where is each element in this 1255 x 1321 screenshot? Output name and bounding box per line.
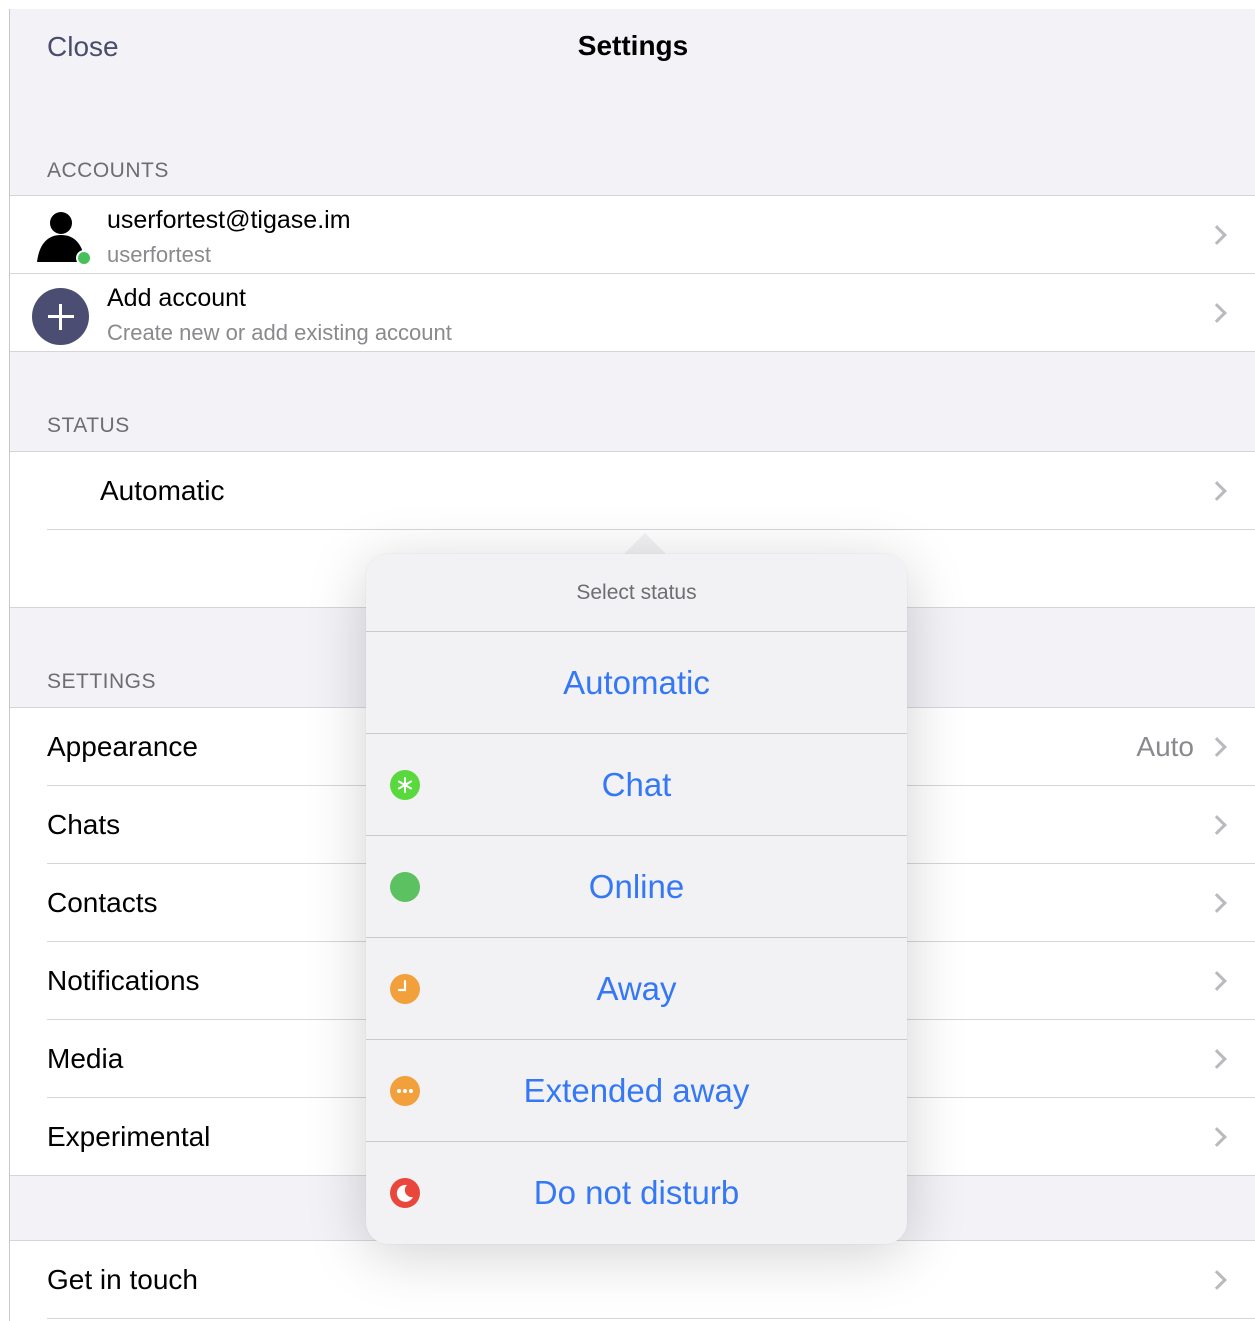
divider (47, 529, 1255, 530)
chevron-right-icon (1207, 1270, 1227, 1290)
status-option-label: Automatic (563, 663, 710, 701)
chevron-right-icon (1207, 893, 1227, 913)
status-option-away[interactable]: Away (366, 937, 907, 1039)
add-account-row[interactable]: Add account Create new or add existing a… (10, 274, 1255, 352)
section-header-status: STATUS (47, 414, 130, 437)
status-option-automatic[interactable]: Automatic (366, 631, 907, 733)
status-popover: Select status Automatic Chat Online Away… (366, 554, 907, 1244)
get-in-touch-row[interactable]: Get in touch (10, 1241, 1255, 1319)
status-option-label: Extended away (523, 1071, 750, 1109)
plus-icon (32, 288, 89, 345)
divider (47, 1318, 1255, 1319)
status-value: Automatic (100, 475, 225, 506)
chevron-right-icon (1207, 225, 1227, 245)
popover-arrow (623, 533, 667, 555)
get-in-touch-label: Get in touch (47, 1264, 198, 1295)
settings-item-label: Notifications (47, 965, 200, 996)
chevron-right-icon (1207, 737, 1227, 757)
chevron-right-icon (1207, 481, 1227, 501)
status-option-chat[interactable]: Chat (366, 733, 907, 835)
section-header-accounts: ACCOUNTS (47, 159, 169, 182)
status-row[interactable]: Automatic (10, 452, 1255, 530)
chevron-right-icon (1207, 971, 1227, 991)
settings-item-label: Contacts (47, 887, 158, 918)
account-jid: userfortest@tigase.im (107, 206, 351, 234)
status-option-extended-away[interactable]: Extended away (366, 1039, 907, 1141)
settings-item-label: Appearance (47, 731, 199, 762)
settings-item-label: Experimental (47, 1121, 211, 1152)
popover-title: Select status (576, 581, 697, 604)
account-row[interactable]: userfortest@tigase.im userfortest (10, 196, 1255, 274)
settings-item-label: Chats (47, 809, 121, 840)
chevron-right-icon (1207, 303, 1227, 323)
account-name: userfortest (107, 242, 211, 267)
accounts-group: userfortest@tigase.im userfortest Add ac… (10, 195, 1255, 352)
support-group: Get in touch (10, 1240, 1255, 1321)
chevron-right-icon (1207, 1049, 1227, 1069)
status-option-label: Away (596, 969, 677, 1007)
status-option-label: Do not disturb (533, 1173, 740, 1211)
section-header-settings: SETTINGS (47, 670, 157, 693)
settings-screen: Close Settings ACCOUNTS userfortest@tiga… (9, 9, 1255, 1321)
appearance-value: Auto (1136, 731, 1194, 762)
add-account-subtitle: Create new or add existing account (107, 320, 452, 345)
status-option-label: Online (588, 867, 685, 905)
settings-item-label: Media (47, 1043, 124, 1074)
status-option-do-not-disturb[interactable]: Do not disturb (366, 1141, 907, 1243)
status-option-label: Chat (601, 765, 672, 803)
page-title: Settings (577, 30, 689, 61)
chevron-right-icon (1207, 815, 1227, 835)
online-presence-dot (76, 250, 92, 266)
chevron-right-icon (1207, 1127, 1227, 1147)
status-option-online[interactable]: Online (366, 835, 907, 937)
add-account-title: Add account (107, 284, 246, 312)
